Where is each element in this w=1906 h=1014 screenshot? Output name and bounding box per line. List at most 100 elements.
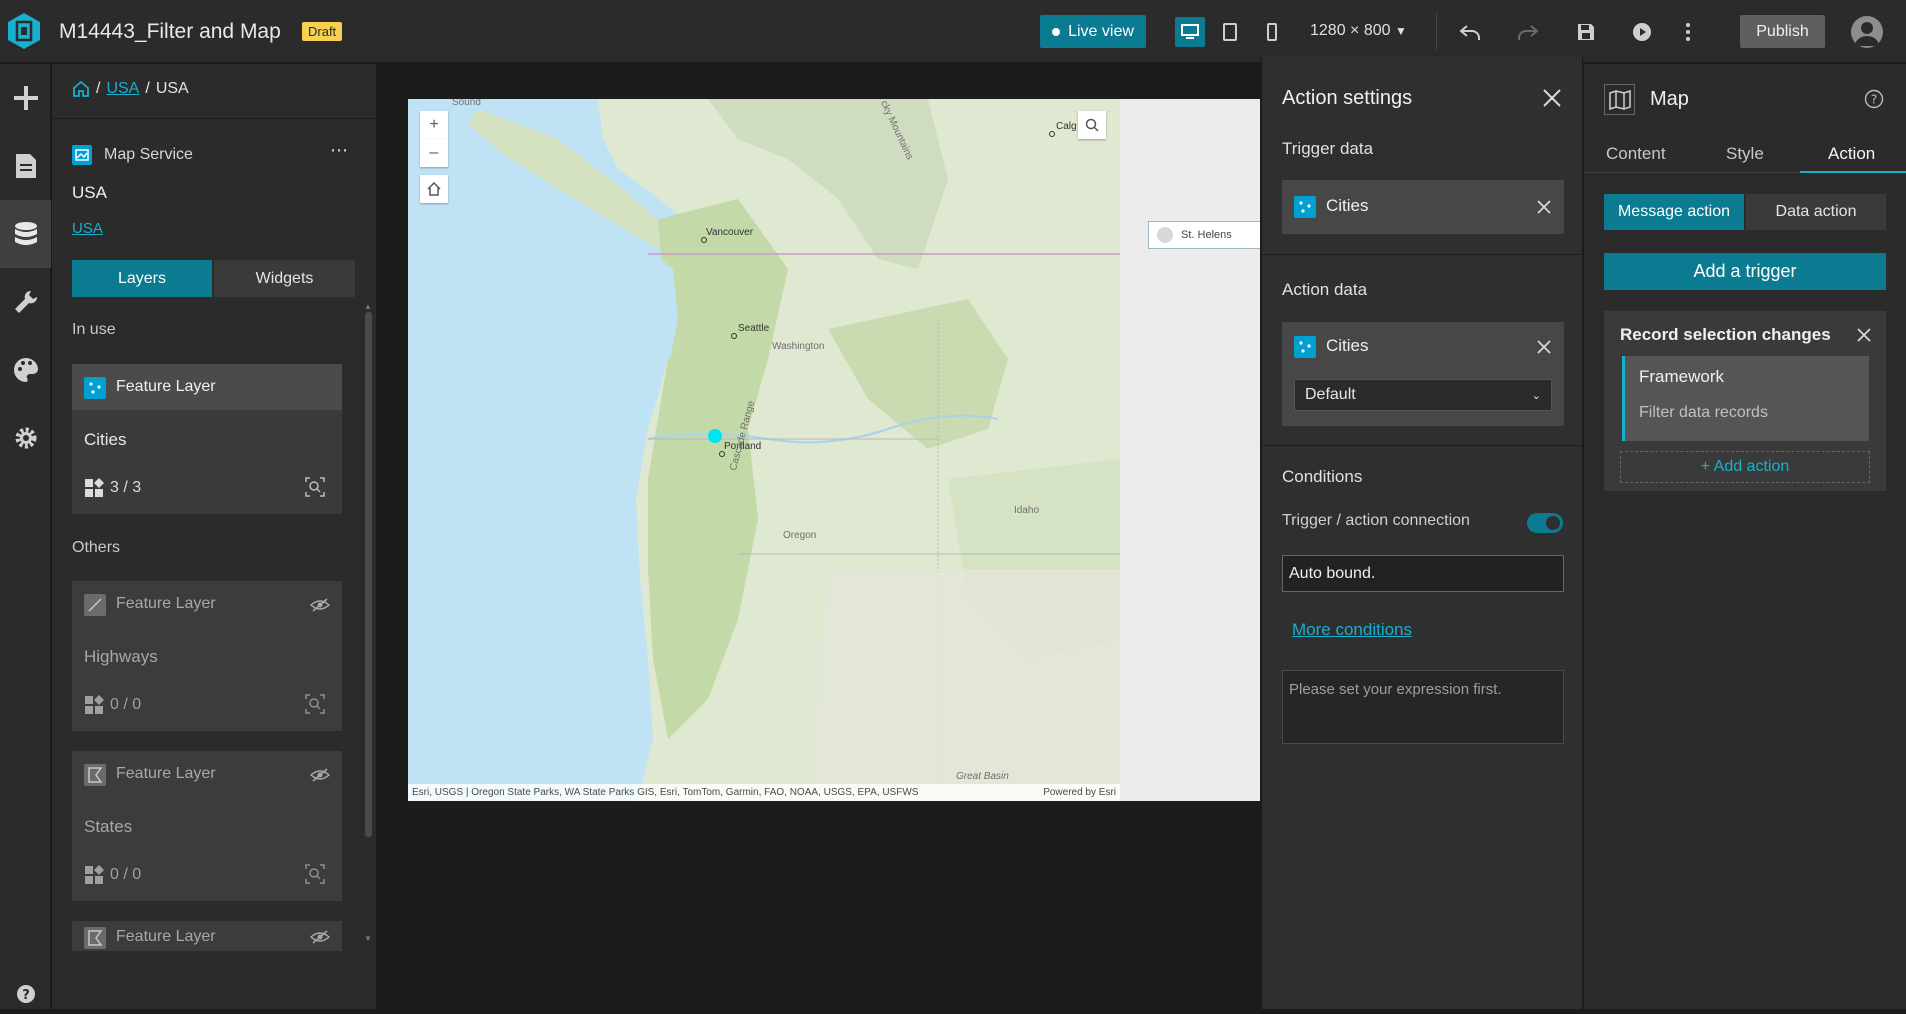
point-layer-icon <box>84 377 106 399</box>
auto-bound-field[interactable]: Auto bound. <box>1282 555 1564 592</box>
view-select-value: Default <box>1305 386 1356 403</box>
trigger-data-item[interactable]: Cities <box>1282 180 1564 234</box>
remove-icon[interactable] <box>1536 339 1552 355</box>
add-widget-icon[interactable] <box>0 64 51 132</box>
home-extent-button[interactable] <box>420 175 448 203</box>
hidden-eye-icon[interactable] <box>310 929 330 945</box>
help-icon[interactable]: ? <box>1864 89 1884 109</box>
panel-title: Action settings <box>1282 87 1413 109</box>
layer-card-header: Feature Layer <box>72 751 342 797</box>
zoom-to-layer-icon[interactable] <box>304 863 326 885</box>
more-options-icon[interactable]: ⋯ <box>330 140 349 161</box>
data-action-tab[interactable]: Data action <box>1746 194 1886 230</box>
action-data-item[interactable]: Cities Default ⌄ <box>1282 322 1564 426</box>
tab-content[interactable]: Content <box>1606 144 1666 174</box>
layer-count-value: 3 / 3 <box>110 479 142 496</box>
expression-box[interactable]: Please set your expression first. <box>1282 670 1564 744</box>
layer-card-states[interactable]: Feature Layer States 0 / 0 <box>72 751 342 901</box>
page-icon[interactable] <box>0 132 51 200</box>
panel-title: Map <box>1650 88 1689 110</box>
connection-toggle[interactable] <box>1527 513 1563 533</box>
add-trigger-button[interactable]: Add a trigger <box>1604 253 1886 290</box>
view-select[interactable]: Default ⌄ <box>1294 379 1552 411</box>
mobile-device-icon[interactable] <box>1258 18 1286 46</box>
help-icon[interactable]: ? <box>0 974 51 1014</box>
hidden-eye-icon[interactable] <box>310 767 330 783</box>
app-logo-icon[interactable] <box>5 12 43 50</box>
action-item[interactable]: Framework Filter data records <box>1622 356 1869 441</box>
layer-type-label: Feature Layer <box>116 378 216 395</box>
zoom-out-button[interactable]: – <box>420 139 448 167</box>
draft-badge: Draft <box>302 22 343 41</box>
user-avatar[interactable] <box>1851 16 1883 48</box>
zoom-in-button[interactable]: + <box>420 111 448 139</box>
resolution-value: 1280 × 800 <box>1310 22 1391 39</box>
layer-count: 0 / 0 <box>84 865 141 885</box>
tab-layers[interactable]: Layers <box>72 260 212 297</box>
more-conditions-link[interactable]: More conditions <box>1292 620 1412 640</box>
scroll-up-icon[interactable]: ▲ <box>364 302 372 311</box>
layer-count: 3 / 3 <box>84 478 141 498</box>
publish-button[interactable]: Publish <box>1740 15 1825 48</box>
zoom-to-layer-icon[interactable] <box>304 693 326 715</box>
action-data-name: Cities <box>1326 336 1369 355</box>
powered-by[interactable]: Powered by Esri <box>1043 787 1116 798</box>
settings-gear-icon[interactable] <box>0 404 51 472</box>
map-search-button[interactable] <box>1078 111 1106 139</box>
breadcrumb-link[interactable]: USA <box>106 80 139 98</box>
zoom-to-layer-icon[interactable] <box>304 476 326 498</box>
data-icon[interactable] <box>0 200 51 268</box>
layer-card-cities[interactable]: Feature Layer Cities 3 / 3 <box>72 364 342 514</box>
scroll-down-icon[interactable]: ▼ <box>364 934 372 943</box>
tab-style[interactable]: Style <box>1726 144 1764 174</box>
trigger-card: Record selection changes Framework Filte… <box>1604 311 1886 491</box>
save-icon[interactable] <box>1572 18 1600 46</box>
svg-text:?: ? <box>22 988 30 1003</box>
close-icon[interactable] <box>1856 327 1872 343</box>
polygon-layer-icon <box>84 764 106 786</box>
connection-label: Trigger / action connection <box>1282 512 1470 529</box>
tab-action[interactable]: Action <box>1828 144 1875 174</box>
map-label-vancouver: Vancouver <box>706 227 754 238</box>
left-rail: ? <box>0 64 51 1009</box>
action-description: Filter data records <box>1639 404 1768 421</box>
divider <box>1262 445 1584 446</box>
map-widget[interactable]: Vancouver Seattle Washington Portland Or… <box>408 99 1120 801</box>
theme-palette-icon[interactable] <box>0 336 51 404</box>
app-title[interactable]: M14443_Filter and Map <box>59 20 281 44</box>
remove-icon[interactable] <box>1536 199 1552 215</box>
divider <box>1262 254 1584 255</box>
redo-icon[interactable] <box>1514 18 1542 46</box>
service-link[interactable]: USA <box>72 220 103 237</box>
hidden-eye-icon[interactable] <box>310 597 330 613</box>
conditions-label: Conditions <box>1282 467 1363 486</box>
wrench-icon[interactable] <box>0 268 51 336</box>
add-action-button[interactable]: + Add action <box>1620 451 1870 483</box>
home-icon[interactable] <box>72 80 90 98</box>
map-label-sound: Sound <box>452 99 481 108</box>
live-view-button[interactable]: Live view <box>1040 15 1146 48</box>
undo-icon[interactable] <box>1456 18 1484 46</box>
tab-widgets[interactable]: Widgets <box>214 260 355 297</box>
more-options-icon[interactable] <box>1674 18 1702 46</box>
page-frame: Vancouver Seattle Washington Portland Or… <box>408 99 1260 801</box>
active-tab-indicator <box>1800 171 1906 173</box>
layer-card-highways[interactable]: Feature Layer Highways 0 / 0 <box>72 581 342 731</box>
divider <box>52 118 377 119</box>
scrollbar-thumb[interactable] <box>365 312 372 837</box>
layer-count: 0 / 0 <box>84 695 141 715</box>
live-view-label: Live view <box>1068 22 1134 40</box>
resolution-dropdown[interactable]: 1280 × 800 ▼ <box>1310 22 1407 40</box>
breadcrumb-current: USA <box>155 80 189 97</box>
layer-card-partial[interactable]: Feature Layer <box>72 921 342 951</box>
desktop-device-icon[interactable] <box>1175 17 1205 47</box>
trigger-title: Record selection changes <box>1620 325 1831 344</box>
layer-card-header: Feature Layer <box>72 921 342 951</box>
line-layer-icon <box>84 594 106 616</box>
preview-play-icon[interactable] <box>1628 18 1656 46</box>
layer-card-header: Feature Layer <box>72 581 342 627</box>
search-result-chip[interactable]: St. Helens <box>1148 221 1260 249</box>
message-action-tab[interactable]: Message action <box>1604 194 1744 230</box>
tablet-device-icon[interactable] <box>1216 18 1244 46</box>
close-icon[interactable] <box>1542 88 1562 108</box>
